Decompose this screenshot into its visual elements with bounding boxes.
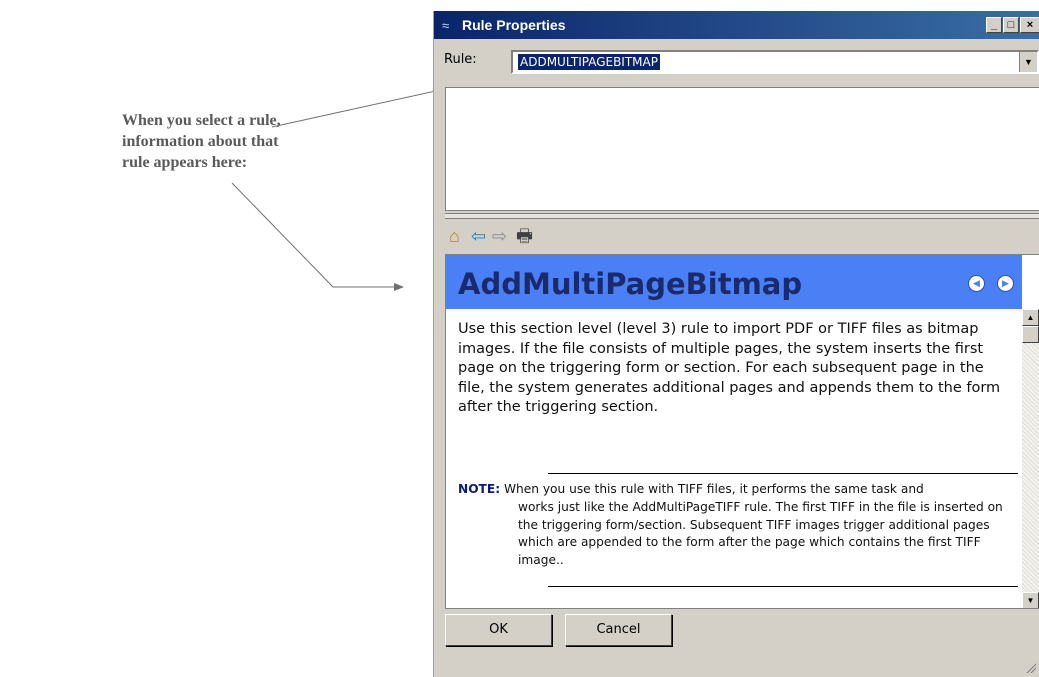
chevron-down-icon[interactable]: ▼ [1019, 52, 1037, 72]
rule-info-box [445, 87, 1039, 211]
help-pane: AddMultiPageBitmap ◀ ▶ Use this section … [445, 254, 1039, 609]
resize-grip[interactable] [1024, 661, 1036, 673]
home-icon[interactable]: ⌂ [449, 225, 460, 247]
note-bottom-divider [548, 586, 1018, 587]
print-icon[interactable]: 🖶 [516, 225, 533, 247]
help-title: AddMultiPageBitmap [458, 267, 803, 301]
note-label: NOTE: [458, 482, 501, 496]
forward-arrow-icon[interactable]: ⇨ [492, 225, 507, 247]
scroll-down-icon[interactable]: ▼ [1022, 592, 1039, 608]
help-header: AddMultiPageBitmap ◀ ▶ [446, 255, 1022, 309]
scroll-up-icon[interactable]: ▲ [1022, 309, 1039, 326]
title-bar[interactable]: ≈ Rule Properties _ □ × [434, 11, 1039, 39]
callout-line-2: information about that [122, 133, 279, 150]
previous-topic-icon[interactable]: ◀ [968, 275, 985, 292]
maximize-button[interactable]: □ [1003, 17, 1019, 33]
note-block: NOTE: When you use this rule with TIFF f… [458, 481, 1018, 570]
close-button[interactable]: × [1020, 17, 1039, 33]
rule-label: Rule: [444, 52, 477, 67]
note-first-line: When you use this rule with TIFF files, … [503, 482, 924, 496]
wave-app-icon: ≈ [442, 18, 450, 33]
rule-dropdown[interactable]: ADDMULTIPAGEBITMAP ▼ [511, 50, 1039, 74]
rule-dropdown-value: ADDMULTIPAGEBITMAP [518, 54, 660, 70]
next-topic-icon[interactable]: ▶ [997, 275, 1014, 292]
ok-button[interactable]: OK [445, 614, 552, 646]
callout-text: When you select a rule, information abou… [122, 110, 292, 173]
back-arrow-icon[interactable]: ⇦ [471, 225, 486, 247]
cancel-button[interactable]: Cancel [565, 614, 672, 646]
scroll-thumb[interactable] [1022, 326, 1039, 343]
arrow-to-help-pane [231, 182, 404, 291]
help-body-text: Use this section level (level 3) rule to… [458, 321, 1001, 416]
minimize-button[interactable]: _ [986, 17, 1002, 33]
callout-line-3: rule appears here: [122, 154, 248, 171]
note-top-divider [548, 473, 1018, 474]
note-continuation: works just like the AddMultiPageTIFF rul… [518, 499, 1003, 568]
help-toolbar: ⌂ ⇦ ⇨ 🖶 [445, 219, 1039, 253]
help-scrollbar[interactable]: ▲ ▼ [1022, 309, 1039, 608]
rule-properties-dialog: ≈ Rule Properties _ □ × Rule: ADDMULTIPA… [433, 11, 1039, 677]
callout-line-1: When you select a rule, [122, 112, 281, 129]
window-title: Rule Properties [462, 17, 566, 33]
